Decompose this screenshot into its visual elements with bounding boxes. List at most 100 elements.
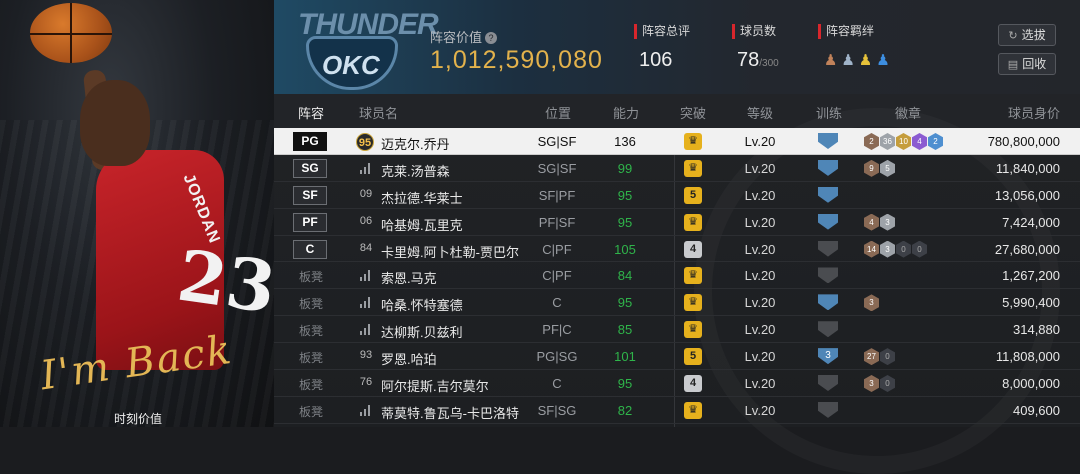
breakthrough-badge[interactable]: ♛ [684, 321, 702, 339]
player-name[interactable]: 卡里姆.阿卜杜勒-贾巴尔 [381, 242, 519, 261]
badge-hex-icon[interactable]: 5 [880, 159, 895, 177]
fetter-icons[interactable]: ♟ ♟ ♟ ♟ [824, 51, 890, 69]
training-shield-icon[interactable] [818, 267, 838, 284]
badge-list[interactable]: 14 3 0 0 [864, 240, 927, 258]
badge-hex-icon[interactable]: 27 [864, 348, 879, 366]
player-name[interactable]: 哈基姆.瓦里克 [381, 215, 463, 234]
player-name[interactable]: 罗恩.哈珀 [381, 349, 437, 368]
fetter-bronze-icon[interactable]: ♟ [824, 51, 837, 69]
fetter-gold-icon[interactable]: ♟ [859, 51, 872, 69]
badge-hex-icon[interactable]: 0 [912, 240, 927, 258]
col-player-name[interactable]: 球员名 [359, 103, 398, 122]
table-row[interactable]: PG 95 迈克尔.乔丹 SG|SF 136 ♛ Lv.20 2 36 10 4 2 780,800,0… [274, 128, 1080, 155]
select-button-label: 选拔 [1021, 28, 1046, 42]
breakthrough-badge[interactable]: 5 [684, 186, 702, 204]
lineup-value-text: 阵容价值 [430, 30, 483, 45]
player-name[interactable]: 蒂莫特.鲁瓦乌-卡巴洛特 [381, 403, 519, 422]
breakthrough-badge[interactable]: ♛ [684, 294, 702, 312]
badge-hex-icon[interactable]: 2 [928, 133, 943, 150]
badge-hex-icon[interactable]: 10 [896, 133, 911, 150]
breakthrough-badge[interactable]: ♛ [684, 401, 702, 419]
breakthrough-badge[interactable]: ♛ [684, 213, 702, 231]
breakthrough-badge[interactable]: ♛ [684, 133, 702, 150]
lineup-slot[interactable]: SG [293, 158, 327, 178]
badge-list[interactable]: 3 [864, 294, 879, 312]
help-icon[interactable]: ? [485, 32, 498, 44]
lineup-slot[interactable]: SF [293, 185, 327, 205]
player-name[interactable]: 克莱.汤普森 [381, 161, 450, 180]
table-row[interactable]: 板凳 索恩.马克 C|PF 84 ♛ Lv.20 1,267,200 [274, 262, 1080, 290]
col-rating[interactable]: 能力 [613, 103, 639, 122]
recycle-button[interactable]: ▤ 回收 [998, 53, 1056, 75]
lineup-slot[interactable]: PG [293, 132, 327, 151]
badge-list[interactable]: 30 [864, 375, 895, 393]
player-name[interactable]: 索恩.马克 [381, 268, 437, 287]
badge-hex-icon[interactable]: 0 [880, 348, 895, 366]
player-count-value: 78/300 [737, 49, 779, 72]
col-lineup[interactable]: 阵容 [298, 103, 324, 122]
table-row[interactable]: 板凳 76 阿尔提斯.吉尔莫尔 C 95 4 Lv.20 3 0 8,000,000 [274, 370, 1080, 397]
badge-list[interactable]: 43 [864, 213, 895, 231]
badge-hex-icon[interactable]: 3 [880, 240, 895, 258]
player-name[interactable]: 阿尔提斯.吉尔莫尔 [381, 376, 489, 395]
player-name[interactable]: 达柳斯.贝兹利 [381, 322, 463, 341]
table-row[interactable]: C 84 卡里姆.阿卜杜勒-贾巴尔 C|PF 105 4 Lv.20 14 3 0 0 27,680,… [274, 236, 1080, 263]
col-position[interactable]: 位置 [545, 103, 571, 122]
badge-hex-icon[interactable]: 36 [880, 133, 895, 150]
badge-hex-icon[interactable]: 3 [864, 375, 879, 393]
col-salary[interactable]: 球员身价 [1008, 103, 1060, 122]
badge-hex-icon[interactable]: 0 [896, 240, 911, 258]
player-name[interactable]: 哈桑.怀特塞德 [381, 295, 463, 314]
lineup-slot[interactable]: C [293, 239, 327, 259]
badge-hex-icon[interactable]: 4 [912, 133, 927, 150]
badge-list[interactable]: 2 36 10 4 2 [864, 133, 943, 150]
col-level[interactable]: 等级 [747, 103, 773, 122]
breakthrough-badge[interactable]: 4 [684, 240, 702, 258]
table-row[interactable]: PF 06 哈基姆.瓦里克 PF|SF 95 ♛ Lv.20 4 3 7,424,000 [274, 209, 1080, 236]
player-name[interactable]: 迈克尔.乔丹 [381, 134, 450, 153]
badge-hex-icon[interactable]: 3 [880, 213, 895, 231]
player-rating: 99 [617, 160, 633, 176]
badge-hex-icon[interactable]: 0 [880, 375, 895, 393]
badge-list[interactable]: 95 [864, 159, 895, 177]
table-row[interactable]: SF 09 杰拉德.华莱士 SF|PF 95 5 Lv.20 13,056,000 [274, 182, 1080, 209]
training-shield-icon[interactable]: 3 [818, 348, 838, 365]
lineup-slot: 板凳 [299, 351, 324, 366]
fetter-blue-icon[interactable]: ♟ [876, 51, 889, 69]
player-salary: 780,800,000 [987, 134, 1060, 149]
badge-hex-icon[interactable]: 4 [864, 213, 879, 231]
breakthrough-badge[interactable]: 4 [684, 375, 702, 393]
table-row[interactable]: 板凳 达柳斯.贝兹利 PF|C 85 ♛ Lv.20 314,880 [274, 316, 1080, 344]
lineup-slot[interactable]: PF [293, 212, 327, 232]
training-shield-icon[interactable] [818, 133, 838, 149]
breakthrough-badge[interactable]: 5 [684, 348, 702, 366]
training-shield-icon[interactable] [818, 401, 838, 418]
player-name[interactable]: 杰拉德.华莱士 [381, 188, 463, 207]
badge-hex-icon[interactable]: 9 [864, 159, 879, 177]
training-shield-icon[interactable] [818, 321, 838, 338]
player-salary: 11,840,000 [995, 160, 1060, 176]
fetter-silver-icon[interactable]: ♟ [841, 51, 854, 69]
badge-hex-icon[interactable]: 2 [864, 133, 879, 150]
badge-hex-icon[interactable]: 3 [864, 294, 879, 312]
table-row[interactable]: 板凳 哈桑.怀特塞德 C 95 ♛ Lv.20 3 5,990,400 [274, 289, 1080, 317]
table-row[interactable]: 板凳 93 罗恩.哈珀 PG|SG 101 5 Lv.20 3 27 0 11,808,000 [274, 343, 1080, 371]
lineup-slot: 板凳 [299, 324, 324, 339]
player-moment-card[interactable]: JORDAN 23 I'm Back 时刻价值 [0, 0, 274, 427]
table-row[interactable]: SG 克莱.汤普森 SG|SF 99 ♛ Lv.20 9 5 11,840,000 [274, 155, 1080, 182]
breakthrough-badge[interactable]: ♛ [684, 267, 702, 285]
badge-hex-icon[interactable]: 14 [864, 240, 879, 258]
training-shield-icon[interactable] [818, 294, 838, 311]
badge-list[interactable]: 27 0 [864, 348, 895, 366]
breakthrough-badge[interactable]: ♛ [684, 159, 702, 177]
training-shield-icon[interactable] [818, 240, 838, 257]
lineup-fetter-stat[interactable]: 阵容羁绊 ♟ ♟ ♟ ♟ [818, 24, 890, 69]
col-breakthrough[interactable]: 突破 [680, 103, 706, 122]
training-shield-icon[interactable] [818, 375, 838, 392]
table-row[interactable]: 板凳 蒂莫特.鲁瓦乌-卡巴洛特 SF|SG 82 ♛ Lv.20 409,600 [274, 397, 1080, 424]
training-shield-icon[interactable] [818, 159, 838, 176]
training-shield-icon[interactable] [818, 186, 838, 203]
training-shield-icon[interactable] [818, 213, 838, 230]
select-button[interactable]: ↻ 选拔 [998, 24, 1056, 46]
total-rating-value: 106 [639, 49, 673, 71]
